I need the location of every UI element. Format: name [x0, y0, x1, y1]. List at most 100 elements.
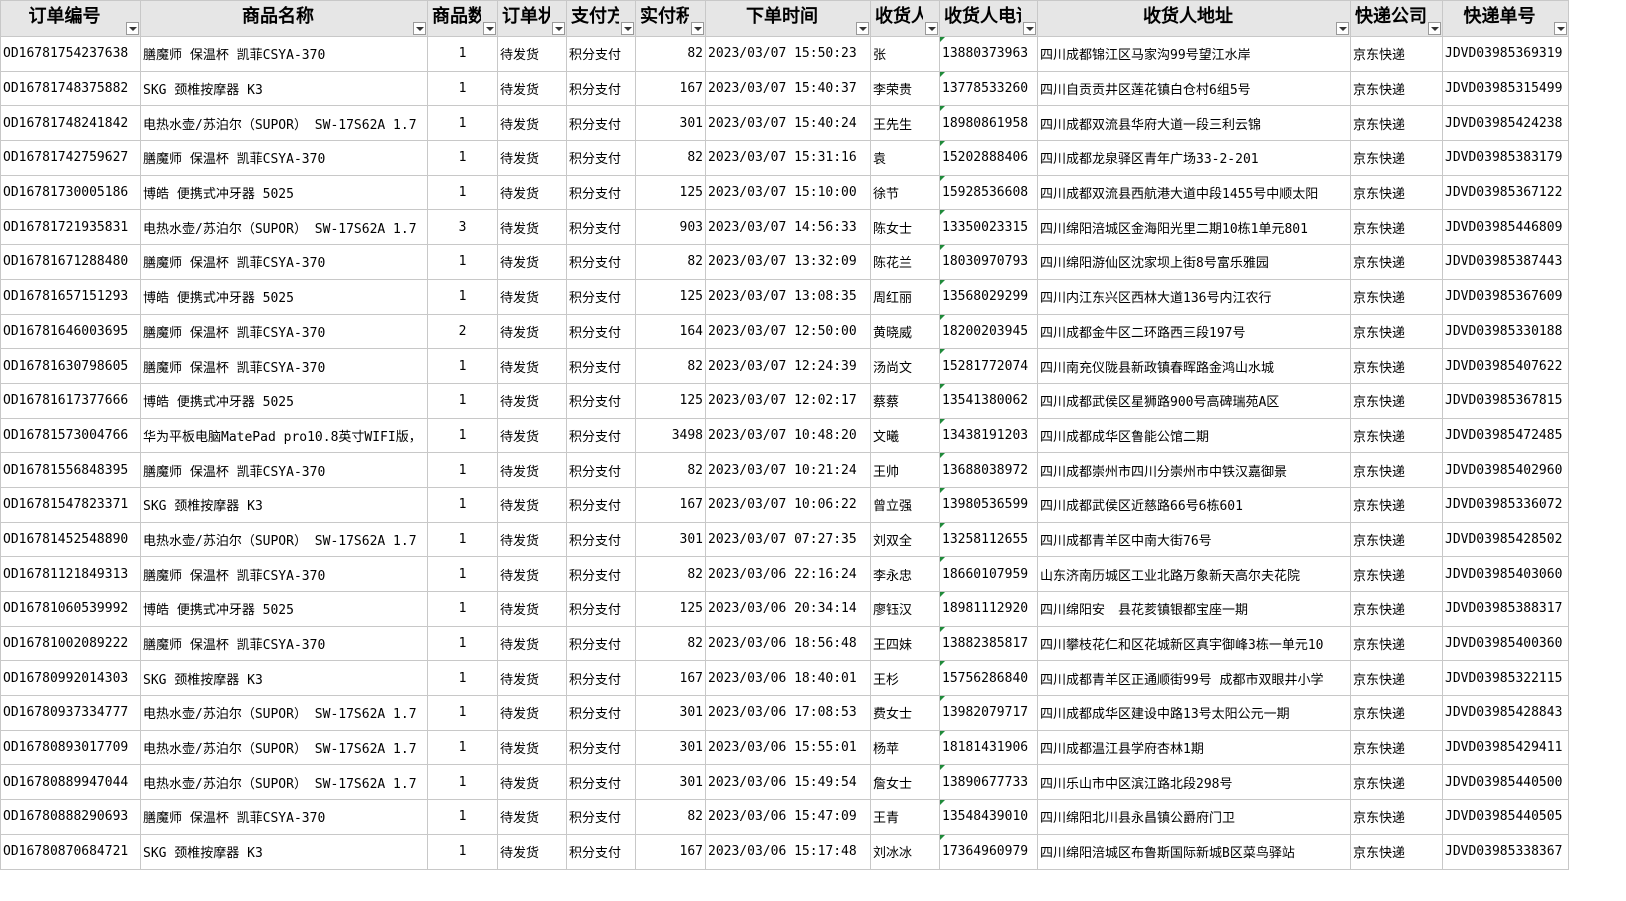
cell-product-name[interactable]: 膳魔师 保温杯 凯菲CSYA-370 [140, 556, 428, 592]
filter-dropdown-icon[interactable] [1336, 22, 1349, 35]
cell-tracking-number[interactable]: JDVD03985440505 [1442, 799, 1569, 835]
cell-quantity[interactable]: 1 [427, 140, 498, 176]
cell-courier[interactable]: 京东快递 [1350, 764, 1443, 801]
cell-order-time[interactable]: 2023/03/07 10:06:22 [705, 486, 871, 523]
cell-payment-method[interactable]: 积分支付 [566, 382, 636, 419]
cell-tracking-number[interactable]: JDVD03985330188 [1442, 313, 1569, 350]
cell-product-name[interactable]: 电热水壶/苏泊尔（SUPOR） SW-17S62A 1.7 [140, 105, 428, 142]
cell-recipient[interactable]: 廖钰汉 [870, 591, 940, 627]
cell-courier[interactable]: 京东快递 [1350, 140, 1443, 176]
cell-recipient-phone[interactable]: 13778533260 [939, 70, 1038, 107]
cell-recipient-phone[interactable]: 17364960979 [939, 833, 1038, 870]
cell-points-paid[interactable]: 167 [635, 70, 706, 107]
cell-recipient[interactable]: 汤尚文 [870, 348, 940, 384]
cell-order-status[interactable]: 待发货 [497, 313, 567, 350]
cell-quantity[interactable]: 1 [427, 417, 498, 454]
column-header-recipient-address[interactable]: 收货人地址 [1037, 0, 1351, 37]
cell-tracking-number[interactable]: JDVD03985387443 [1442, 244, 1569, 280]
cell-recipient[interactable]: 王四妹 [870, 625, 940, 662]
column-header-product-name[interactable]: 商品名称 [140, 0, 428, 37]
column-header-order-status[interactable]: 订单状态 [497, 0, 567, 37]
cell-tracking-number[interactable]: JDVD03985367122 [1442, 174, 1569, 211]
cell-payment-method[interactable]: 积分支付 [566, 105, 636, 142]
cell-recipient-phone[interactable]: 13568029299 [939, 278, 1038, 315]
cell-order-status[interactable]: 待发货 [497, 105, 567, 142]
cell-tracking-number[interactable]: JDVD03985472485 [1442, 417, 1569, 454]
column-header-order-time[interactable]: 下单时间 [705, 0, 871, 37]
cell-product-name[interactable]: 膳魔师 保温杯 凯菲CSYA-370 [140, 348, 428, 384]
cell-points-paid[interactable]: 82 [635, 625, 706, 662]
cell-product-name[interactable]: 博皓 便携式冲牙器 5025 [140, 382, 428, 419]
cell-order-id[interactable]: OD16780937334777 [0, 695, 141, 731]
cell-order-time[interactable]: 2023/03/07 10:48:20 [705, 417, 871, 454]
cell-points-paid[interactable]: 82 [635, 556, 706, 592]
cell-quantity[interactable]: 3 [427, 209, 498, 246]
cell-recipient-address[interactable]: 四川乐山市中区滨江路北段298号 [1037, 764, 1351, 801]
cell-order-status[interactable]: 待发货 [497, 452, 567, 488]
cell-product-name[interactable]: 膳魔师 保温杯 凯菲CSYA-370 [140, 625, 428, 662]
cell-points-paid[interactable]: 82 [635, 452, 706, 488]
cell-order-time[interactable]: 2023/03/07 12:24:39 [705, 348, 871, 384]
cell-order-time[interactable]: 2023/03/07 15:31:16 [705, 140, 871, 176]
cell-recipient-address[interactable]: 四川绵阳涪城区金海阳光里二期10栋1单元801 [1037, 209, 1351, 246]
filter-dropdown-icon[interactable] [126, 22, 139, 35]
cell-order-status[interactable]: 待发货 [497, 174, 567, 211]
cell-courier[interactable]: 京东快递 [1350, 36, 1443, 72]
cell-recipient-phone[interactable]: 15756286840 [939, 660, 1038, 697]
cell-courier[interactable]: 京东快递 [1350, 556, 1443, 592]
cell-points-paid[interactable]: 82 [635, 36, 706, 72]
cell-recipient-phone[interactable]: 13688038972 [939, 452, 1038, 488]
cell-order-id[interactable]: OD16781617377666 [0, 382, 141, 419]
cell-courier[interactable]: 京东快递 [1350, 660, 1443, 697]
cell-product-name[interactable]: SKG 颈椎按摩器 K3 [140, 660, 428, 697]
cell-order-status[interactable]: 待发货 [497, 660, 567, 697]
cell-product-name[interactable]: SKG 颈椎按摩器 K3 [140, 833, 428, 870]
cell-recipient[interactable]: 张 [870, 36, 940, 72]
cell-quantity[interactable]: 1 [427, 348, 498, 384]
cell-recipient-address[interactable]: 山东济南历城区工业北路万象新天高尔夫花院 [1037, 556, 1351, 592]
cell-recipient[interactable]: 曾立强 [870, 486, 940, 523]
cell-quantity[interactable]: 1 [427, 556, 498, 592]
cell-product-name[interactable]: 电热水壶/苏泊尔（SUPOR） SW-17S62A 1.7 [140, 695, 428, 731]
cell-points-paid[interactable]: 301 [635, 729, 706, 766]
cell-points-paid[interactable]: 167 [635, 833, 706, 870]
cell-order-status[interactable]: 待发货 [497, 417, 567, 454]
cell-recipient[interactable]: 詹女士 [870, 764, 940, 801]
cell-points-paid[interactable]: 167 [635, 660, 706, 697]
cell-quantity[interactable]: 1 [427, 695, 498, 731]
cell-order-time[interactable]: 2023/03/07 15:40:37 [705, 70, 871, 107]
cell-payment-method[interactable]: 积分支付 [566, 209, 636, 246]
cell-payment-method[interactable]: 积分支付 [566, 591, 636, 627]
filter-dropdown-icon[interactable] [552, 22, 565, 35]
cell-recipient-address[interactable]: 四川绵阳涪城区布鲁斯国际新城B区菜鸟驿站 [1037, 833, 1351, 870]
cell-recipient-phone[interactable]: 18980861958 [939, 105, 1038, 142]
cell-order-status[interactable]: 待发货 [497, 625, 567, 662]
cell-order-time[interactable]: 2023/03/06 22:16:24 [705, 556, 871, 592]
cell-quantity[interactable]: 1 [427, 799, 498, 835]
cell-points-paid[interactable]: 82 [635, 244, 706, 280]
cell-recipient[interactable]: 刘双全 [870, 521, 940, 558]
cell-recipient-phone[interactable]: 13882385817 [939, 625, 1038, 662]
cell-product-name[interactable]: 膳魔师 保温杯 凯菲CSYA-370 [140, 313, 428, 350]
cell-order-id[interactable]: OD16781646003695 [0, 313, 141, 350]
cell-order-id[interactable]: OD16781748241842 [0, 105, 141, 142]
cell-recipient[interactable]: 刘冰冰 [870, 833, 940, 870]
cell-recipient-address[interactable]: 四川成都崇州市四川分崇州市中铁汉嘉御景 [1037, 452, 1351, 488]
column-header-courier[interactable]: 快递公司 [1350, 0, 1443, 37]
cell-order-time[interactable]: 2023/03/06 15:47:09 [705, 799, 871, 835]
cell-recipient-phone[interactable]: 13982079717 [939, 695, 1038, 731]
cell-tracking-number[interactable]: JDVD03985322115 [1442, 660, 1569, 697]
cell-quantity[interactable]: 1 [427, 833, 498, 870]
cell-quantity[interactable]: 1 [427, 486, 498, 523]
cell-recipient-address[interactable]: 四川成都双流县华府大道一段三利云锦 [1037, 105, 1351, 142]
cell-recipient-address[interactable]: 四川攀枝花仁和区花城新区真宇御峰3栋一单元10 [1037, 625, 1351, 662]
cell-recipient-phone[interactable]: 13890677733 [939, 764, 1038, 801]
cell-order-time[interactable]: 2023/03/07 07:27:35 [705, 521, 871, 558]
cell-payment-method[interactable]: 积分支付 [566, 833, 636, 870]
cell-recipient-phone[interactable]: 18660107959 [939, 556, 1038, 592]
cell-quantity[interactable]: 1 [427, 244, 498, 280]
cell-order-status[interactable]: 待发货 [497, 799, 567, 835]
cell-recipient-phone[interactable]: 18030970793 [939, 244, 1038, 280]
cell-recipient-address[interactable]: 四川成都双流县西航港大道中段1455号中顺太阳 [1037, 174, 1351, 211]
cell-order-time[interactable]: 2023/03/07 14:56:33 [705, 209, 871, 246]
